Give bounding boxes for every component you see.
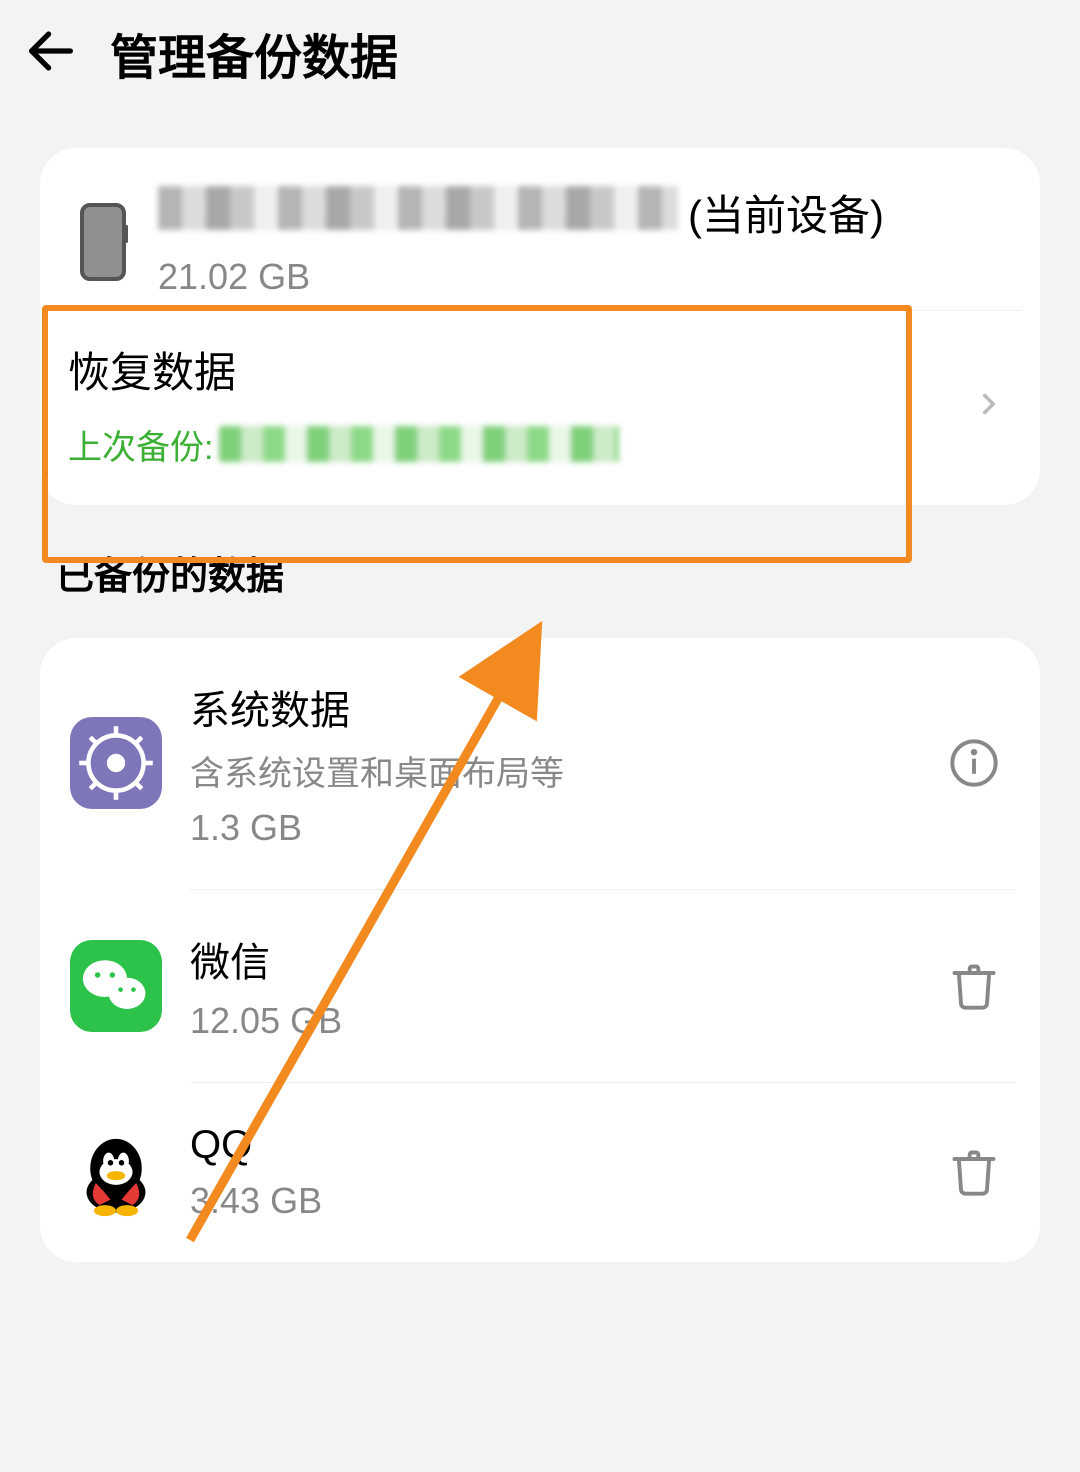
- qq-icon: [70, 1126, 162, 1218]
- apps-card: 系统数据 含系统设置和桌面布局等 1.3 GB 微信 12.05 GB: [40, 638, 1040, 1262]
- back-button[interactable]: [22, 22, 80, 85]
- page-title: 管理备份数据: [110, 18, 398, 88]
- section-title: 已备份的数据: [56, 545, 1080, 600]
- app-size: 3.43 GB: [190, 1180, 920, 1222]
- settings-gear-icon: [70, 717, 162, 809]
- trash-icon[interactable]: [948, 1146, 1000, 1198]
- header: 管理备份数据: [0, 0, 1080, 118]
- app-size: 12.05 GB: [190, 1000, 920, 1042]
- restore-row[interactable]: 恢复数据 上次备份:: [40, 311, 1040, 505]
- app-name: 微信: [190, 930, 920, 988]
- trash-icon[interactable]: [948, 960, 1000, 1012]
- redacted-device-name: [158, 186, 678, 230]
- chevron-right-icon: [972, 387, 1006, 421]
- wechat-icon: [70, 940, 162, 1032]
- phone-icon: [80, 203, 126, 281]
- app-name: 系统数据: [190, 678, 920, 736]
- app-row-qq[interactable]: QQ 3.43 GB: [40, 1083, 1040, 1262]
- device-row[interactable]: (当前设备) 21.02 GB: [40, 148, 1040, 310]
- restore-subtitle: 上次备份:: [68, 420, 972, 469]
- app-row-system[interactable]: 系统数据 含系统设置和桌面布局等 1.3 GB: [40, 638, 1040, 889]
- arrow-left-icon: [22, 22, 80, 80]
- app-row-wechat[interactable]: 微信 12.05 GB: [40, 890, 1040, 1082]
- app-desc: 含系统设置和桌面布局等: [190, 746, 920, 795]
- device-size: 21.02 GB: [158, 256, 1010, 298]
- device-card: (当前设备) 21.02 GB 恢复数据 上次备份:: [40, 148, 1040, 505]
- info-icon[interactable]: [948, 737, 1000, 789]
- app-size: 1.3 GB: [190, 807, 920, 849]
- redacted-last-backup: [219, 426, 619, 462]
- device-name: (当前设备): [158, 186, 1010, 246]
- restore-title: 恢复数据: [68, 339, 972, 400]
- app-name: QQ: [190, 1123, 920, 1168]
